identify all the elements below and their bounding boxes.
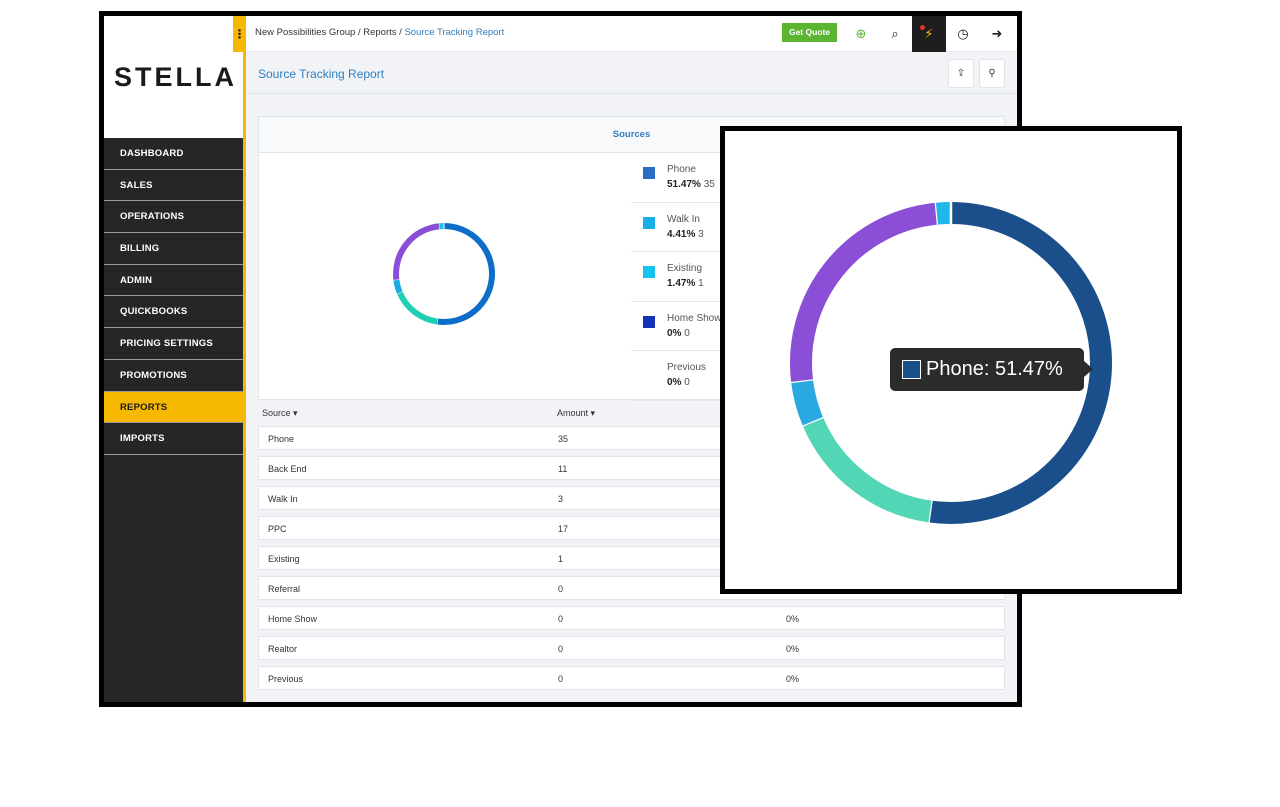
amount-cell: 0 [558,644,564,654]
legend-name: Previous [667,362,706,373]
amount-cell: 3 [558,494,564,504]
legend-name: Phone [667,164,696,175]
chart-tooltip: Phone: 51.47% [890,348,1093,391]
breadcrumb-item-group[interactable]: New Possibilities Group [255,27,355,38]
get-quote-button[interactable]: Get Quote [782,23,837,42]
page-header: Source Tracking Report ⇪ ⚲ [246,52,1017,94]
legend-value: 1.47% 1 [667,278,704,289]
sources-donut-chart[interactable] [389,219,499,329]
legend-swatch [643,216,655,229]
add-icon[interactable]: ⊕ [844,16,878,52]
sidebar: STELLA DASHBOARD SALES OPERATIONS BILLING AD… [104,16,243,702]
legend-value: 4.41% 3 [667,229,704,240]
legend-count: 35 [703,179,715,190]
source-cell: Referral [268,584,301,594]
donut-slice-phone[interactable] [436,223,495,325]
logout-icon[interactable]: ➜ [980,16,1014,52]
donut-slice-back-end[interactable] [396,291,438,325]
legend-count: 3 [698,228,704,240]
percent-cell: 0% [786,614,800,624]
tooltip-arrow [1084,361,1093,377]
amount-column-header[interactable]: Amount ▾ [557,408,595,419]
tooltip-swatch [902,360,921,379]
sidebar-item-dashboard[interactable]: DASHBOARD [104,138,243,170]
amount-cell: 0 [558,584,564,594]
source-cell: Phone [268,434,295,444]
breadcrumb-separator: / [399,27,402,38]
sidebar-item-sales[interactable]: SALES [104,170,243,202]
legend-name: Existing [667,263,703,274]
donut-slice-ppc[interactable] [393,223,440,280]
clock-icon[interactable]: ◷ [946,16,980,52]
stella-logo[interactable]: STELLA [114,62,237,93]
legend-percent: 1.47% [667,278,696,289]
legend-percent: 0% [667,327,682,339]
donut-slice-walk-in[interactable] [791,378,823,426]
amount-cell: 17 [558,524,569,534]
legend-percent: 51.47% [667,179,701,190]
legend-value: 51.47% 35 [667,179,715,190]
legend-swatch [643,365,655,377]
donut-slice-back-end[interactable] [802,416,932,523]
amount-cell: 1 [558,554,564,564]
donut-slice-existing[interactable] [935,202,952,225]
legend-value: 0% 0 [667,328,690,339]
sidebar-item-billing[interactable]: BILLING [104,233,243,265]
breadcrumb-separator: / [357,27,361,38]
table-row[interactable]: Home Show 0 0% [258,606,1005,630]
sidebar-item-promotions[interactable]: PROMOTIONS [104,360,243,392]
sidebar-item-reports[interactable]: REPORTS [104,391,243,424]
source-cell: Previous [268,674,304,684]
top-bar: New Possibilities Group / Reports / Sour… [246,16,1017,52]
sidebar-item-quickbooks[interactable]: QUICKBOOKS [104,296,243,329]
kebab-menu-icon[interactable]: ⋮ [233,16,246,52]
sidebar-item-imports[interactable]: IMPORTS [104,423,243,455]
source-cell: PPC [268,524,287,534]
legend-percent: 4.41% [667,228,696,240]
amount-cell: 11 [558,464,568,474]
percent-cell: 0% [786,644,800,654]
share-icon[interactable]: ⇪ [948,59,974,88]
legend-name: Walk In [667,213,700,225]
breadcrumb-item-reports[interactable]: Reports [363,27,396,38]
breadcrumb: New Possibilities Group / Reports / Sour… [255,27,504,38]
legend-count: 0 [684,327,690,339]
table-row[interactable]: Realtor 0 0% [258,636,1005,660]
sidebar-item-admin[interactable]: ADMIN [104,265,243,297]
legend-swatch [643,167,655,179]
legend-swatch [643,266,655,278]
breadcrumb-current: Source Tracking Report [404,27,505,38]
zoomed-chart-callout: Phone: 51.47% [720,126,1182,594]
sidebar-nav: DASHBOARD SALES OPERATIONS BILLING ADMIN QUIC… [104,138,243,455]
legend-percent: 0% [667,377,682,388]
notification-dot [920,25,925,30]
sidebar-item-pricing-settings[interactable]: PRICING SETTINGS [104,328,243,360]
amount-cell: 35 [558,434,569,444]
table-row[interactable]: Previous 0 0% [258,666,1005,690]
bolt-glyph: ⚡ [924,26,934,41]
percent-cell: 0% [786,674,800,684]
source-column-header[interactable]: Source ▾ [262,408,298,419]
source-cell: Walk In [268,494,298,504]
amount-cell: 0 [558,614,564,624]
amount-cell: 0 [558,674,564,684]
page-title: Source Tracking Report [258,67,385,81]
source-cell: Existing [268,554,300,564]
tooltip-text: Phone: 51.47% [926,358,1063,380]
source-cell: Realtor [268,644,298,654]
magnifier-icon[interactable]: ⚲ [979,59,1005,88]
legend-name: Home Show [667,312,722,324]
legend-count: 0 [684,377,690,388]
source-cell: Back End [268,464,307,474]
legend-value: 0% 0 [667,377,690,388]
logo-area: STELLA [104,16,243,138]
bolt-icon[interactable]: ⚡ [912,16,946,52]
legend-swatch [643,315,655,328]
legend-count: 1 [698,278,704,289]
sidebar-item-operations[interactable]: OPERATIONS [104,201,243,234]
source-cell: Home Show [268,614,318,624]
search-icon[interactable]: ⌕ [878,16,912,52]
donut-slice-walk-in[interactable] [393,279,403,294]
